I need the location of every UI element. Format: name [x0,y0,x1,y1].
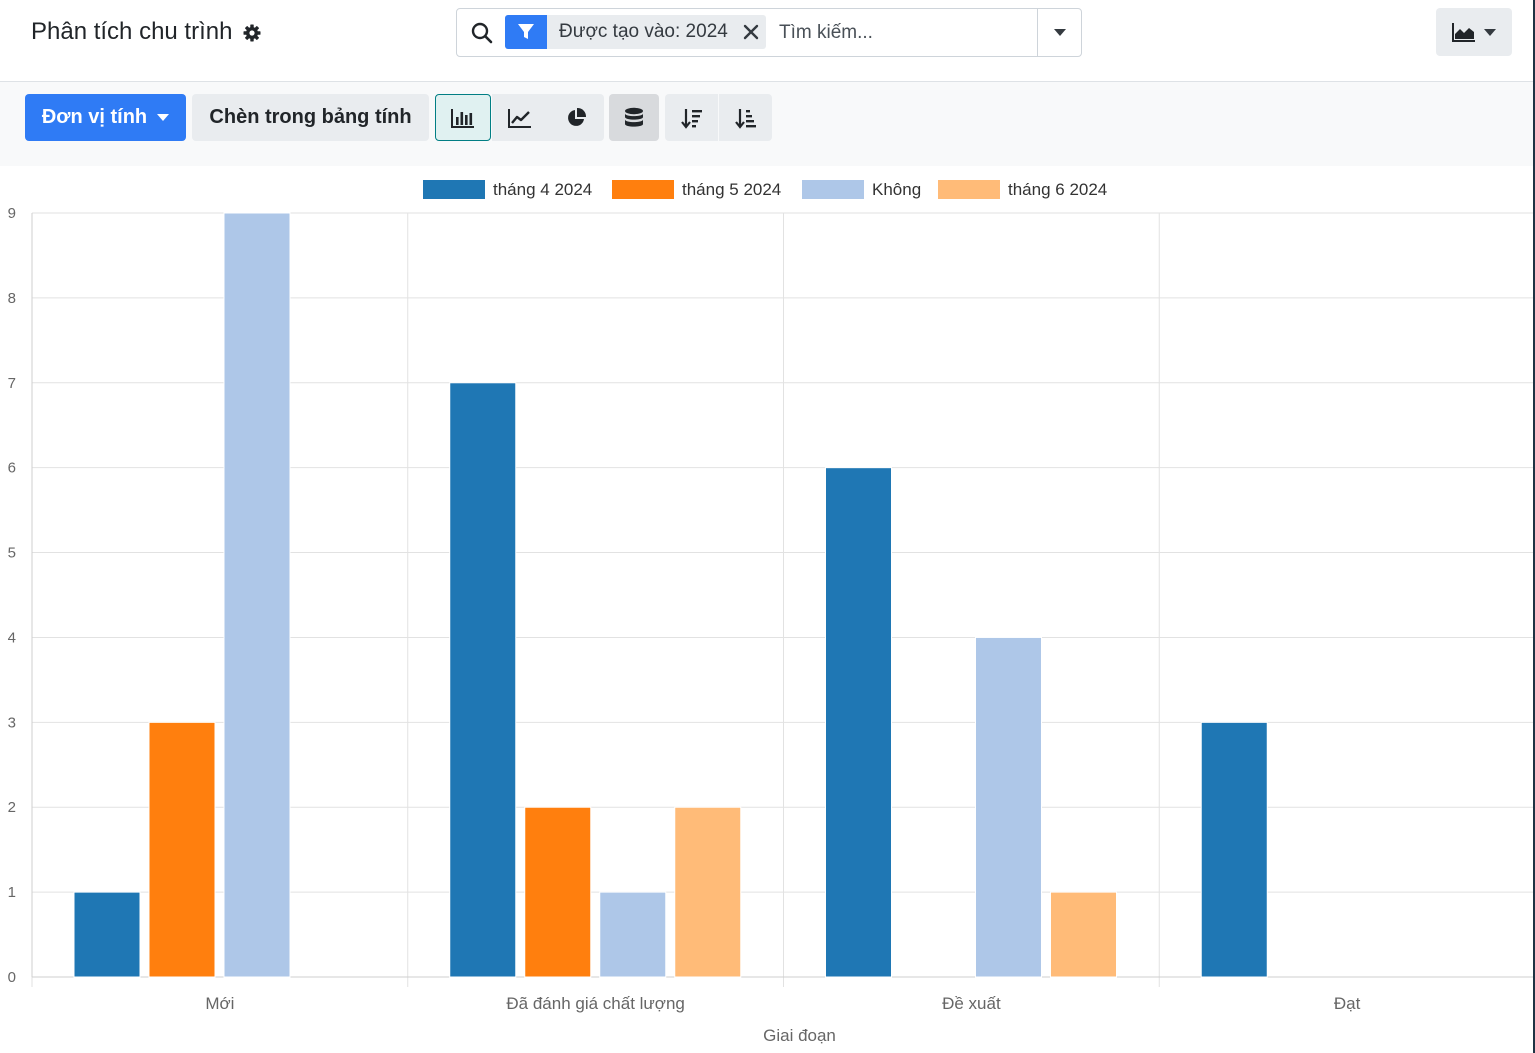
remove-facet-icon[interactable] [736,15,766,49]
measure-label: Đơn vị tính [41,106,148,128]
page-title: Phân tích chu trình [31,18,233,45]
insert-in-spreadsheet-button[interactable]: Chèn trong bảng tính [192,94,429,141]
y-tick-label: 1 [8,884,16,901]
y-tick-label: 6 [8,460,16,477]
insert-label: Chèn trong bảng tính [209,106,412,128]
legend-label: tháng 4 2024 [493,180,592,199]
stacked-toggle-button[interactable] [609,94,659,141]
legend-swatch [802,180,864,199]
y-tick-label: 4 [8,629,16,646]
bar [599,891,667,978]
database-icon [625,107,643,127]
y-tick-label: 0 [8,969,16,986]
chevron-down-icon [1484,28,1496,36]
pie-chart-button[interactable] [548,94,604,141]
legend-swatch [423,180,485,199]
y-tick-label: 3 [8,714,16,731]
search-input[interactable]: Tìm kiếm... [779,22,873,44]
x-tick-label: Mới [205,994,234,1013]
bar-chart: 0 1 2 3 4 5 6 7 8 9 Mới Đã đánh giá chất lượng Đề xu… [8,180,1535,1045]
legend-label: tháng 6 2024 [1008,180,1107,199]
search-icon[interactable] [471,22,493,44]
filter-icon [505,15,547,49]
bar [1050,891,1117,978]
sort-descending-button[interactable] [665,94,718,141]
gear-icon[interactable] [242,22,262,42]
x-tick-label: Đạt [1334,994,1361,1013]
facet-label: Được tạo vào: 2024 [559,21,728,42]
bar [825,467,892,978]
bar-chart-button[interactable] [435,94,491,141]
x-tick-label: Đã đánh giá chất lượng [506,994,684,1013]
bar [1200,721,1268,978]
bar [975,636,1042,978]
control-panel-header: Phân tích chu trình Được tạo vào: 2024 T… [0,0,1535,82]
bar [524,806,592,978]
x-axis-label: Giai đoạn [763,1026,836,1045]
bar [449,382,517,978]
search-facet[interactable]: Được tạo vào: 2024 [505,15,766,49]
sort-ascending-button[interactable] [719,94,772,141]
y-tick-label: 8 [8,290,16,307]
measure-dropdown-button[interactable]: Đơn vị tính [25,94,186,141]
bar [73,891,141,978]
bar-chart-icon [451,108,474,128]
legend-swatch [612,180,674,199]
y-tick-label: 7 [8,375,16,392]
chevron-down-icon [157,114,170,121]
area-chart-icon [1452,23,1475,42]
y-tick-label: 9 [8,205,16,222]
search-bar[interactable]: Được tạo vào: 2024 Tìm kiếm... [456,8,1082,57]
x-tick-label: Đề xuất [942,994,1001,1013]
legend-label: tháng 5 2024 [682,180,781,199]
line-chart-icon [508,108,531,128]
view-switcher-button[interactable] [1436,8,1512,56]
line-chart-button[interactable] [492,94,548,141]
chevron-down-icon [1053,29,1066,36]
sort-ascending-icon [734,108,756,129]
graph-area: 0 1 2 3 4 5 6 7 8 9 Mới Đã đánh giá chất lượng Đề xu… [0,166,1535,1053]
sort-descending-icon [680,108,702,129]
bar [674,806,742,978]
y-tick-label: 5 [8,545,16,562]
y-tick-label: 2 [8,799,16,816]
legend-swatch [938,180,1000,199]
legend-label: Không [872,180,921,199]
bar [223,212,291,978]
bar [148,721,216,978]
graph-toolbar: Đơn vị tính Chèn trong bảng tính [0,82,1535,166]
page-title-area: Phân tích chu trình [31,18,262,46]
search-options-toggle[interactable] [1037,9,1081,56]
pie-chart-icon [568,107,587,126]
